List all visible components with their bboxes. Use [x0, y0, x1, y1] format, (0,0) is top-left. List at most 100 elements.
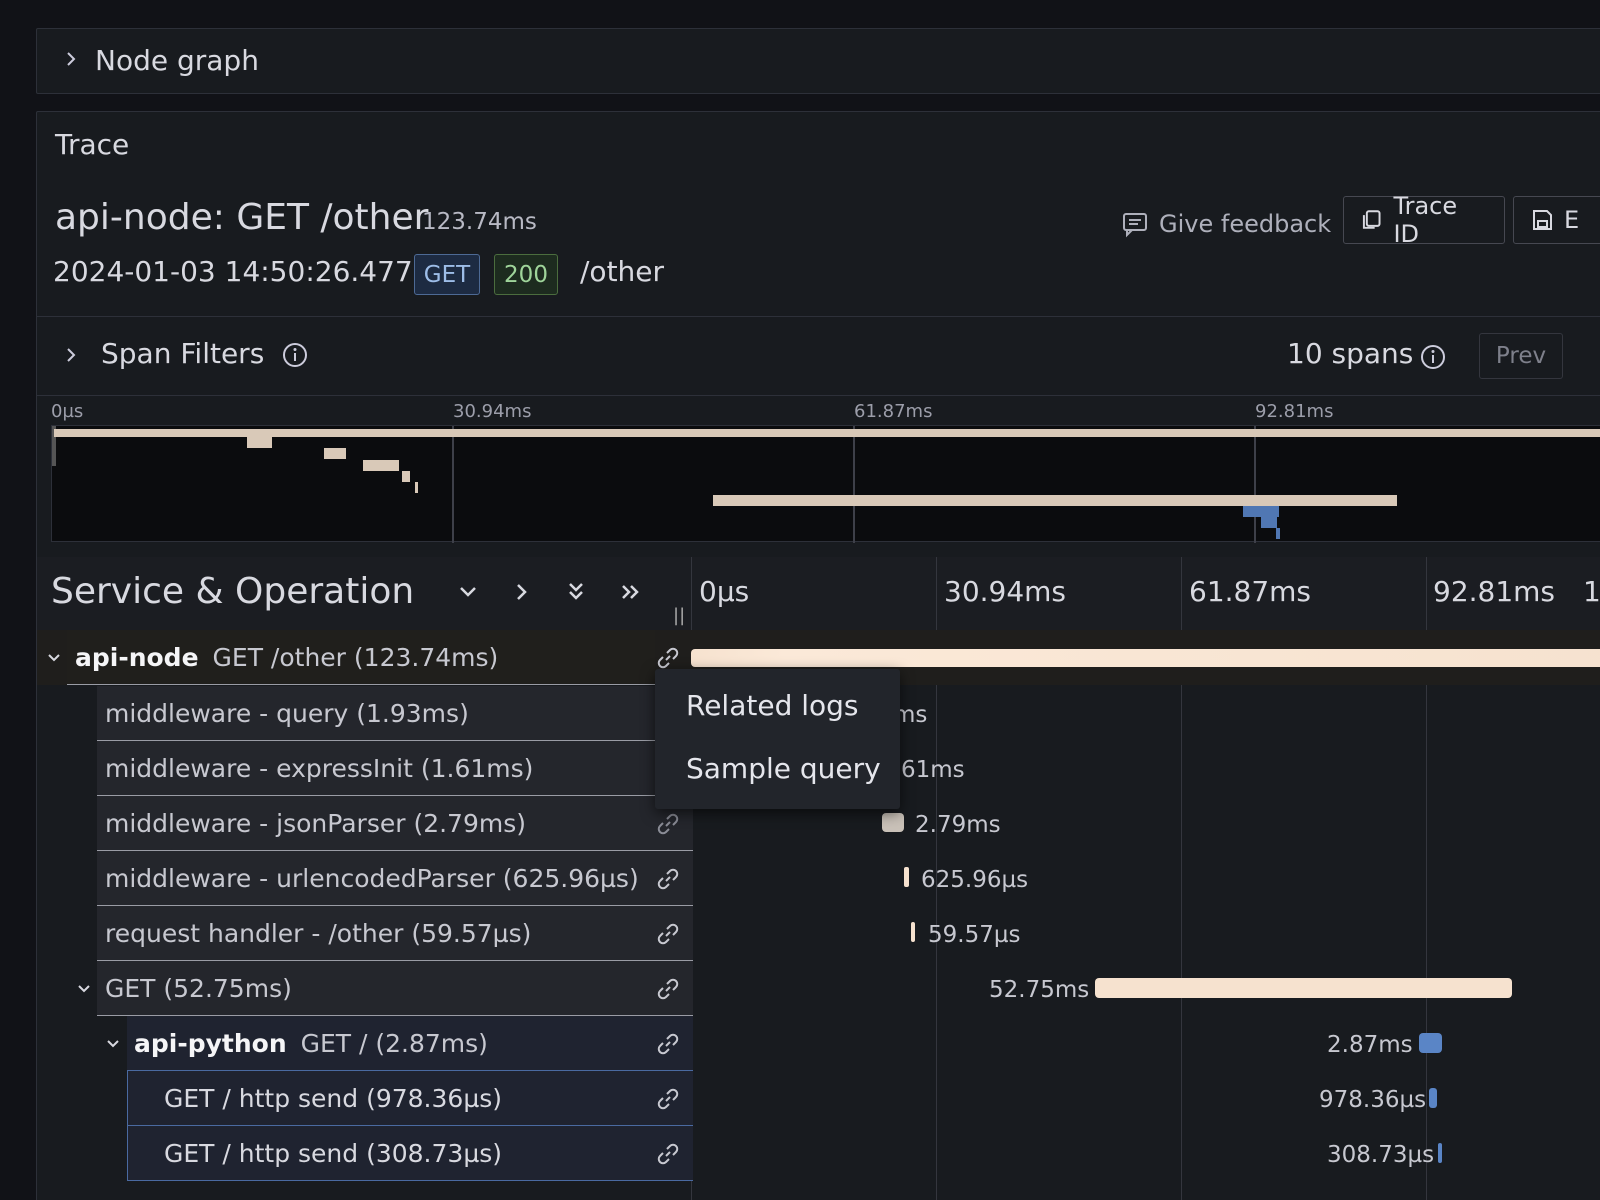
info-icon[interactable] [1419, 343, 1447, 371]
minimap-span [1276, 528, 1280, 539]
span-row[interactable]: GET (52.75ms) 52.75ms [37, 961, 1600, 1016]
minimap-span [54, 429, 1600, 437]
span-duration-label: 2.79ms [915, 812, 1001, 838]
give-feedback-link[interactable]: Give feedback [1121, 204, 1331, 244]
span-operation: middleware - query (1.93ms) [105, 698, 469, 728]
span-name[interactable]: GET / http send (978.36µs) [127, 1071, 693, 1126]
span-operation: middleware - jsonParser (2.79ms) [105, 808, 526, 838]
timeline-tick: 0µs [699, 575, 750, 608]
collapse-one-icon[interactable] [455, 579, 481, 605]
span-bar[interactable] [1419, 1033, 1442, 1053]
minimap-ticks: 0µs 30.94ms 61.87ms 92.81ms [37, 397, 1600, 427]
method-tag: GET [414, 254, 480, 295]
service-operation-title: Service & Operation [51, 571, 415, 612]
trace-id-button[interactable]: Trace ID [1343, 192, 1505, 248]
span-filters-bar: Span Filters 10 spans Prev [37, 316, 1600, 396]
trace-panel: Trace api-node: GET /other 123.74ms 2024… [36, 111, 1600, 1200]
span-row[interactable]: request handler - /other (59.57µs) 59.57… [37, 906, 1600, 961]
minimap-tick: 30.94ms [453, 401, 532, 422]
minimap-span [415, 482, 418, 493]
span-duration-label: 308.73µs [1327, 1142, 1435, 1168]
span-name[interactable]: middleware - query (1.93ms) [97, 686, 693, 741]
span-links-menu: Related logs Sample query [655, 669, 900, 809]
minimap-tick: 92.81ms [1255, 401, 1334, 422]
expand-all-icon[interactable] [618, 579, 644, 605]
sample-query-menu-item[interactable]: Sample query [686, 752, 881, 785]
span-name[interactable]: GET (52.75ms) [97, 961, 693, 1016]
trace-duration: 123.74ms [422, 209, 537, 235]
collapse-all-icon[interactable] [563, 579, 589, 605]
span-duration-label: 978.36µs [1319, 1087, 1427, 1113]
trace-title: api-node: GET /other [55, 197, 429, 238]
timeline-header: Service & Operation || 0µs 30.94ms 61.87… [37, 557, 1600, 631]
timeline-tick: 92.81ms [1433, 575, 1556, 608]
trace-url: /other [580, 255, 665, 288]
status-tag: 200 [494, 254, 558, 295]
info-icon[interactable] [281, 341, 309, 369]
link-icon[interactable] [653, 919, 683, 949]
minimap-gridline [1254, 426, 1256, 543]
span-bar[interactable] [911, 922, 915, 942]
span-operation: GET / http send (308.73µs) [164, 1138, 503, 1168]
trace-id-label: Trace ID [1393, 192, 1458, 248]
column-resizer[interactable]: || [673, 605, 685, 626]
span-duration-label: 625.96µs [921, 867, 1029, 893]
span-filters-title[interactable]: Span Filters [101, 337, 264, 370]
minimap-span [1243, 506, 1279, 517]
span-operation: GET / http send (978.36µs) [164, 1083, 503, 1113]
give-feedback-label: Give feedback [1159, 210, 1332, 238]
node-graph-panel[interactable]: Node graph [36, 28, 1600, 94]
save-icon [1533, 210, 1552, 230]
prev-button[interactable]: Prev [1479, 333, 1563, 379]
expand-one-icon[interactable] [509, 579, 535, 605]
span-name[interactable]: request handler - /other (59.57µs) [97, 906, 693, 961]
span-name[interactable]: GET / http send (308.73µs) [127, 1126, 693, 1181]
chevron-down-icon[interactable] [45, 649, 63, 667]
trace-timestamp: 2024-01-03 14:50:26.477 [53, 255, 413, 288]
span-name[interactable]: middleware - expressInit (1.61ms) [97, 741, 693, 796]
span-bar[interactable] [1429, 1088, 1437, 1108]
minimap-tick: 61.87ms [854, 401, 933, 422]
related-logs-menu-item[interactable]: Related logs [686, 689, 859, 722]
minimap-gridline [452, 426, 454, 543]
span-row[interactable]: GET / http send (978.36µs) 978.36µs [37, 1071, 1600, 1126]
span-service: api-python [134, 1028, 287, 1058]
span-duration-label: 59.57µs [928, 922, 1021, 948]
timeline-tick: 61.87ms [1189, 575, 1312, 608]
link-icon[interactable] [653, 1084, 683, 1114]
minimap-span [324, 448, 346, 459]
chevron-down-icon[interactable] [75, 980, 93, 998]
span-operation: middleware - urlencodedParser (625.96µs) [105, 863, 639, 893]
span-name[interactable]: middleware - jsonParser (2.79ms) [97, 796, 693, 851]
span-row[interactable]: api-python GET / (2.87ms) 2.87ms [37, 1016, 1600, 1071]
link-icon[interactable] [653, 864, 683, 894]
spans-count: 10 spans [1287, 337, 1414, 370]
span-operation: request handler - /other (59.57µs) [105, 918, 532, 948]
span-operation: GET (52.75ms) [105, 973, 292, 1003]
span-bar[interactable] [904, 867, 909, 887]
span-name[interactable]: api-node GET /other (123.74ms) [67, 630, 655, 685]
span-name[interactable]: middleware - urlencodedParser (625.96µs) [97, 851, 693, 906]
span-name[interactable]: api-python GET / (2.87ms) [127, 1016, 693, 1071]
span-row[interactable]: middleware - urlencodedParser (625.96µs)… [37, 851, 1600, 906]
minimap-span [247, 437, 272, 448]
span-bar[interactable] [691, 649, 1600, 667]
link-icon[interactable] [653, 974, 683, 1004]
trace-minimap[interactable] [51, 425, 1600, 543]
span-bar[interactable] [882, 813, 904, 832]
span-bar[interactable] [1095, 978, 1512, 998]
link-icon[interactable] [653, 1029, 683, 1059]
chevron-down-icon[interactable] [104, 1035, 122, 1053]
span-duration-label: 2.87ms [1327, 1032, 1413, 1058]
link-icon[interactable] [653, 809, 683, 839]
span-bar[interactable] [1438, 1143, 1442, 1163]
copy-icon [1362, 210, 1381, 229]
minimap-tick: 0µs [51, 401, 84, 422]
chevron-right-icon [67, 52, 76, 66]
span-row[interactable]: GET / http send (308.73µs) 308.73µs [37, 1126, 1600, 1181]
minimap-span [363, 460, 399, 471]
minimap-span [1261, 517, 1277, 528]
link-icon[interactable] [653, 1139, 683, 1169]
export-button[interactable]: E [1513, 196, 1600, 244]
chevron-right-icon[interactable] [61, 345, 81, 365]
